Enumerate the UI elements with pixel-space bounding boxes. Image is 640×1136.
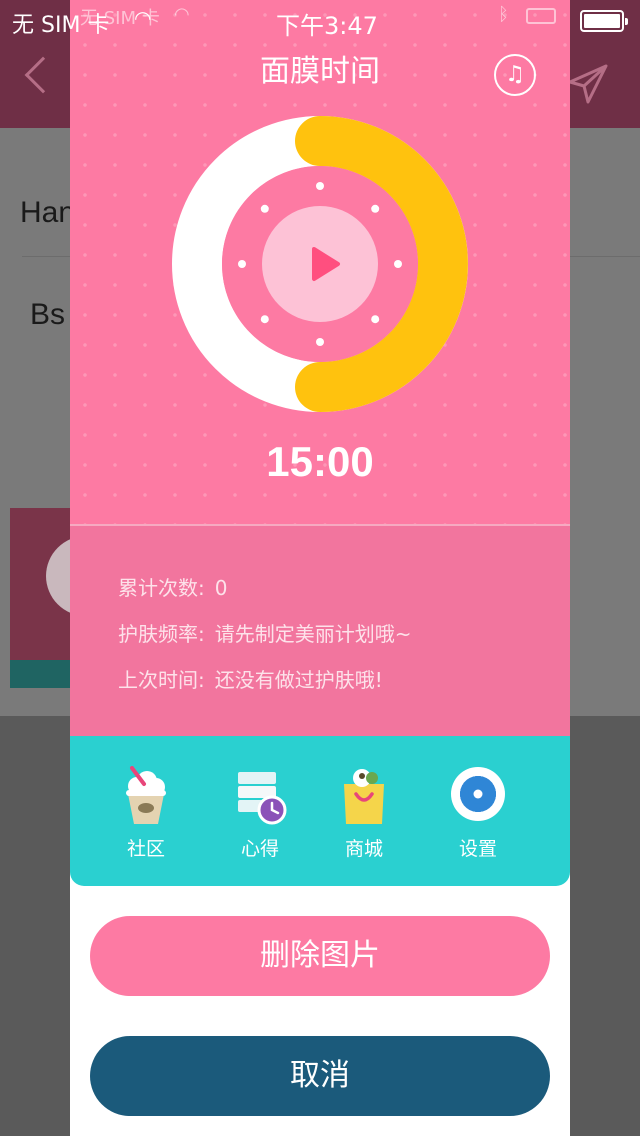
play-icon[interactable] [310,246,342,282]
battery-icon [526,8,556,24]
wifi-icon: ◠ [134,6,152,30]
dial-dot [316,338,324,346]
gear-icon [451,767,505,821]
dial-dot [260,204,269,213]
music-note-icon[interactable]: ♫ [494,54,536,96]
delete-image-button[interactable]: 删除图片 [90,916,550,996]
tab-label: 心得 [240,838,279,860]
stat-value: 0 [214,576,228,600]
stat-value: 还没有做过护肤哦! [214,668,383,692]
dial-dot [260,315,269,324]
bluetooth-icon: ᛒ [498,4,509,25]
tab-bar: 社区 心得 商城 设置 [70,736,570,886]
dial-dot [371,204,380,213]
timer-value: 15:00 [266,438,374,485]
stat-value: 请先制定美丽计划哦~ [214,622,412,646]
status-time: 下午3:47 [276,12,378,40]
tab-label: 社区 [126,838,165,860]
wifi-icon: ◠ [174,4,190,25]
battery-icon [580,10,628,32]
dial-dot [316,182,324,190]
stat-label: 护肤频率: [118,622,205,646]
dial-dot [394,260,402,268]
tab-notes[interactable]: 心得 [210,736,310,886]
stat-label: 上次时间: [118,668,205,692]
stat-frequency: 护肤频率: 请先制定美丽计划哦~ [118,618,422,647]
tab-community[interactable]: 社区 [96,736,196,886]
cancel-button[interactable]: 取消 [90,1036,550,1116]
background-row-text: Bs [30,298,66,331]
send-icon[interactable] [566,62,610,106]
shopping-bag-icon [344,769,384,824]
background-thumbnail [10,508,72,688]
tab-store[interactable]: 商城 [314,736,414,886]
notes-clock-icon [238,772,287,825]
stat-last-time: 上次时间: 还没有做过护肤哦! [118,664,393,693]
action-sheet: 面膜时间 ♫ 15:00 累计次数: 0 护肤频率: 请先制定美丽计划哦~ 上次时间… [70,0,570,1136]
tab-settings[interactable]: 设置 [428,736,528,886]
status-bar: 无 SIM 卡 无 SIM 卡 ◠ ◠ 下午3:47 ᛒ [0,0,640,40]
stat-count: 累计次数: 0 [118,572,237,601]
ice-cream-icon [126,766,166,824]
dial-dot [238,260,246,268]
dial-dot [371,315,380,324]
tab-label: 商城 [344,838,383,860]
tab-label: 设置 [458,838,497,860]
background-row-text: Han [20,196,76,229]
stat-label: 累计次数: [118,576,205,600]
